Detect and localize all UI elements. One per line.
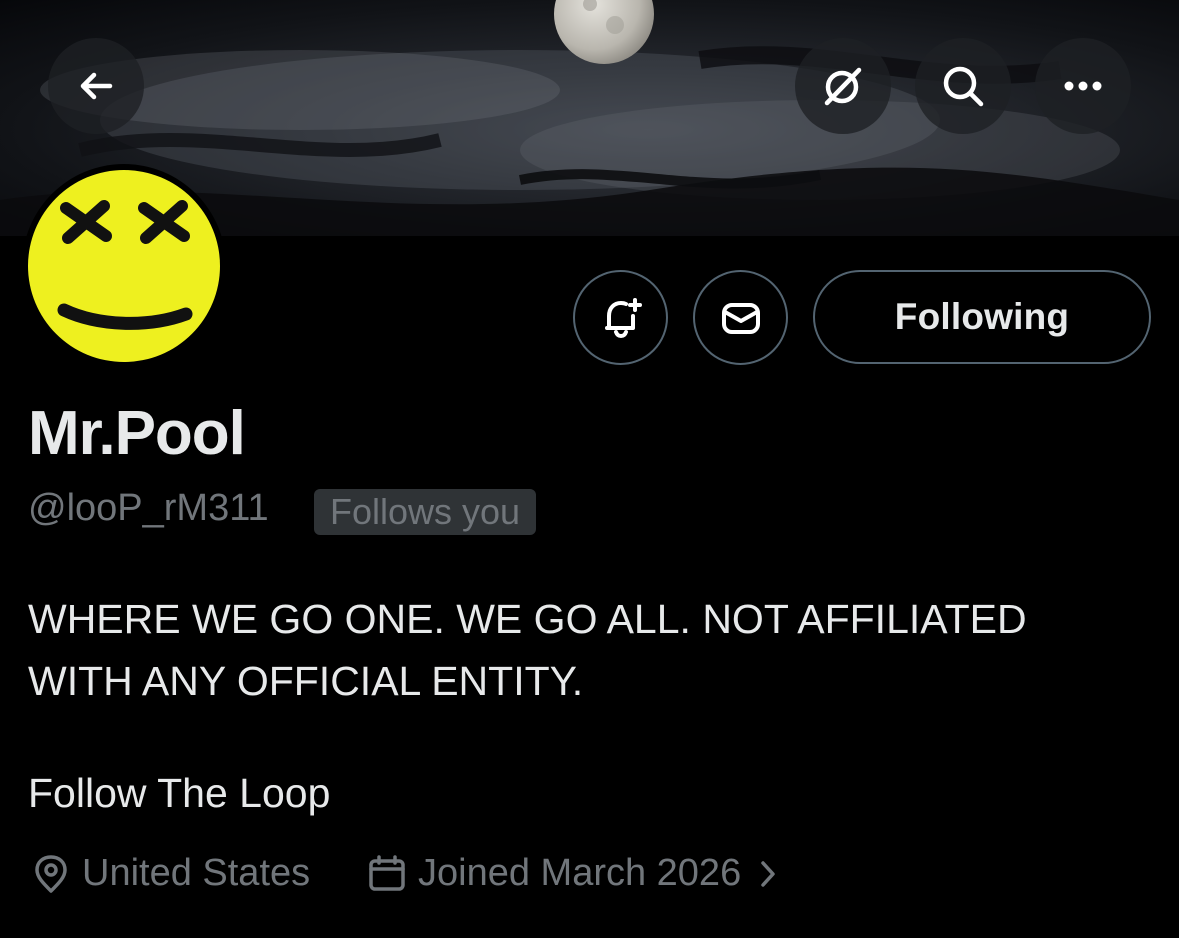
grok-button[interactable] [795,38,891,134]
joined-date[interactable]: Joined March 2026 [366,852,793,895]
location-text: United States [82,852,311,894]
more-button[interactable] [1035,38,1131,134]
bio-line: WHERE WE GO ONE. WE GO ALL. NOT AFFILIAT… [28,596,1027,642]
bio: WHERE WE GO ONE. WE GO ALL. NOT AFFILIAT… [28,588,1027,712]
back-button[interactable] [48,38,144,134]
grok-icon [824,67,862,106]
display-name: Mr.Pool [28,399,246,468]
follows-you-badge: Follows you [314,489,537,535]
message-button[interactable] [693,270,788,365]
location-pin-icon [35,854,67,893]
calendar-icon [369,854,405,891]
avatar-image [28,170,220,362]
bell-plus-icon [604,297,642,338]
smiley-x-eyes-image [57,200,193,330]
more-icon [1064,81,1102,91]
envelope-icon [721,302,760,334]
following-button[interactable]: Following [813,270,1151,364]
search-button[interactable] [915,38,1011,134]
notifications-button[interactable] [573,270,668,365]
following-label: Following [894,296,1070,337]
bio-line: WITH ANY OFFICIAL ENTITY. [28,658,584,704]
avatar[interactable] [22,164,226,368]
location: United States [30,852,310,895]
search-icon [943,66,984,107]
user-handle: @looP_rM311 [28,487,269,529]
joined-text: Joined March 2026 [418,852,742,894]
bio-extra-line: Follow The Loop [28,770,331,816]
chevron-right-icon [761,860,775,887]
arrow-left-icon [80,72,113,100]
